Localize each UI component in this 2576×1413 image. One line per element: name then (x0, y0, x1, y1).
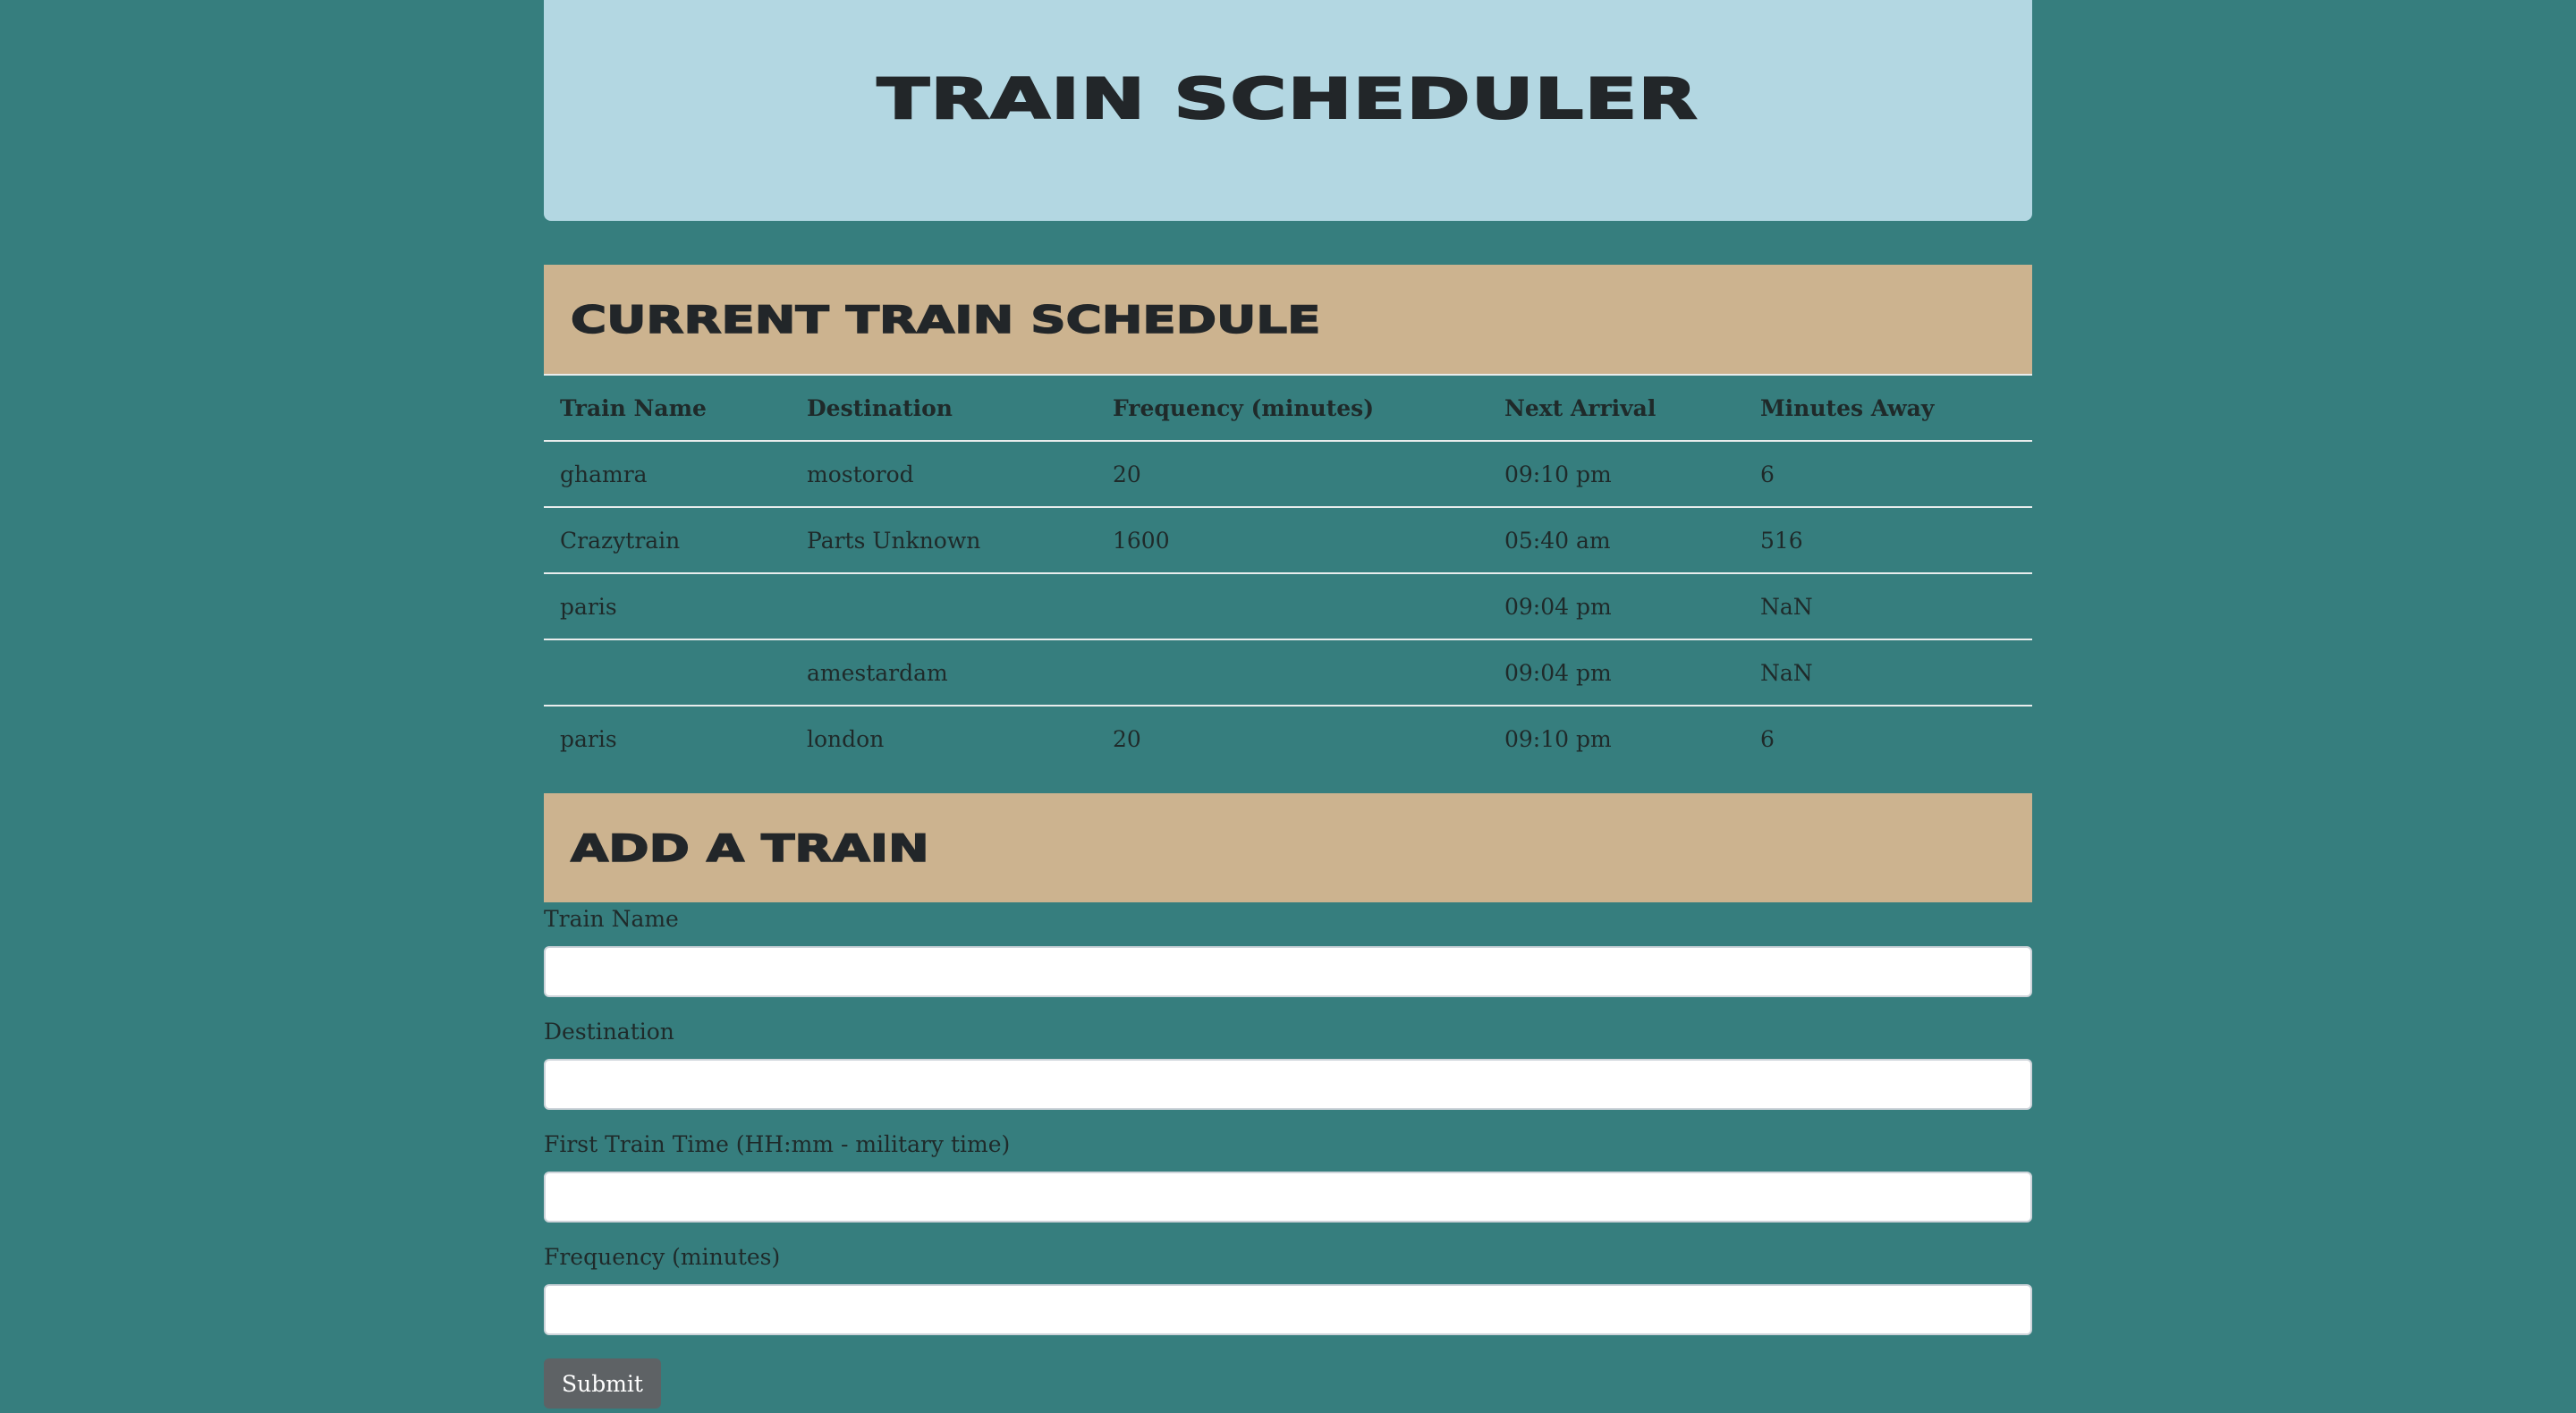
frequency-group: Frequency (minutes) (544, 1240, 2032, 1335)
cell-minutes-away: NaN (1744, 639, 2032, 706)
destination-label: Destination (544, 1019, 674, 1045)
train-name-group: Train Name (544, 902, 2032, 997)
cell-destination: Parts Unknown (791, 506, 1097, 573)
schedule-table: Train Name Destination Frequency (minute… (544, 374, 2032, 772)
cell-next-arrival: 09:04 pm (1488, 639, 1744, 706)
add-train-form: Train Name Destination First Train Time … (544, 902, 2032, 1409)
first-train-time-input[interactable] (544, 1172, 2032, 1223)
cell-next-arrival: 09:10 pm (1488, 705, 1744, 772)
table-row: paris 09:04 pm NaN (544, 572, 2032, 639)
table-row: paris london 20 09:10 pm 6 (544, 705, 2032, 772)
first-train-time-label: First Train Time (HH:mm - military time) (544, 1131, 1011, 1157)
table-row: ghamra mostorod 20 09:10 pm 6 (544, 440, 2032, 507)
cell-minutes-away: NaN (1744, 572, 2032, 639)
destination-input[interactable] (544, 1059, 2032, 1110)
cell-train-name: ghamra (544, 440, 791, 507)
frequency-label: Frequency (minutes) (544, 1244, 781, 1270)
cell-destination: london (791, 705, 1097, 772)
header-banner: TRAIN SCHEDULER (544, 0, 2032, 221)
schedule-heading-bar: CURRENT TRAIN SCHEDULE (544, 265, 2032, 374)
add-train-heading: ADD A TRAIN (570, 825, 930, 871)
cell-next-arrival: 05:40 am (1488, 506, 1744, 573)
cell-destination (791, 572, 1097, 639)
cell-frequency: 1600 (1097, 506, 1488, 573)
schedule-heading: CURRENT TRAIN SCHEDULE (570, 297, 1321, 343)
train-name-input[interactable] (544, 946, 2032, 997)
frequency-input[interactable] (544, 1284, 2032, 1335)
column-header-train-name: Train Name (544, 374, 791, 441)
column-header-minutes-away: Minutes Away (1744, 374, 2032, 441)
cell-frequency (1097, 639, 1488, 706)
table-header-row: Train Name Destination Frequency (minute… (544, 374, 2032, 441)
cell-train-name: paris (544, 705, 791, 772)
page-title: TRAIN SCHEDULER (877, 65, 1699, 132)
cell-frequency: 20 (1097, 705, 1488, 772)
table-row: amestardam 09:04 pm NaN (544, 639, 2032, 706)
cell-minutes-away: 6 (1744, 440, 2032, 507)
cell-next-arrival: 09:10 pm (1488, 440, 1744, 507)
cell-minutes-away: 6 (1744, 705, 2032, 772)
first-train-time-group: First Train Time (HH:mm - military time) (544, 1128, 2032, 1223)
column-header-frequency: Frequency (minutes) (1097, 374, 1488, 441)
cell-frequency: 20 (1097, 440, 1488, 507)
cell-train-name: paris (544, 572, 791, 639)
table-row: Crazytrain Parts Unknown 1600 05:40 am 5… (544, 506, 2032, 573)
column-header-next-arrival: Next Arrival (1488, 374, 1744, 441)
cell-train-name: Crazytrain (544, 506, 791, 573)
train-name-label: Train Name (544, 906, 679, 932)
submit-button[interactable]: Submit (544, 1358, 661, 1409)
destination-group: Destination (544, 1015, 2032, 1110)
add-train-heading-bar: ADD A TRAIN (544, 793, 2032, 902)
page-container: TRAIN SCHEDULER CURRENT TRAIN SCHEDULE T… (544, 0, 2032, 1409)
cell-destination: mostorod (791, 440, 1097, 507)
cell-frequency (1097, 572, 1488, 639)
column-header-destination: Destination (791, 374, 1097, 441)
cell-minutes-away: 516 (1744, 506, 2032, 573)
cell-destination: amestardam (791, 639, 1097, 706)
cell-train-name (544, 639, 791, 706)
cell-next-arrival: 09:04 pm (1488, 572, 1744, 639)
